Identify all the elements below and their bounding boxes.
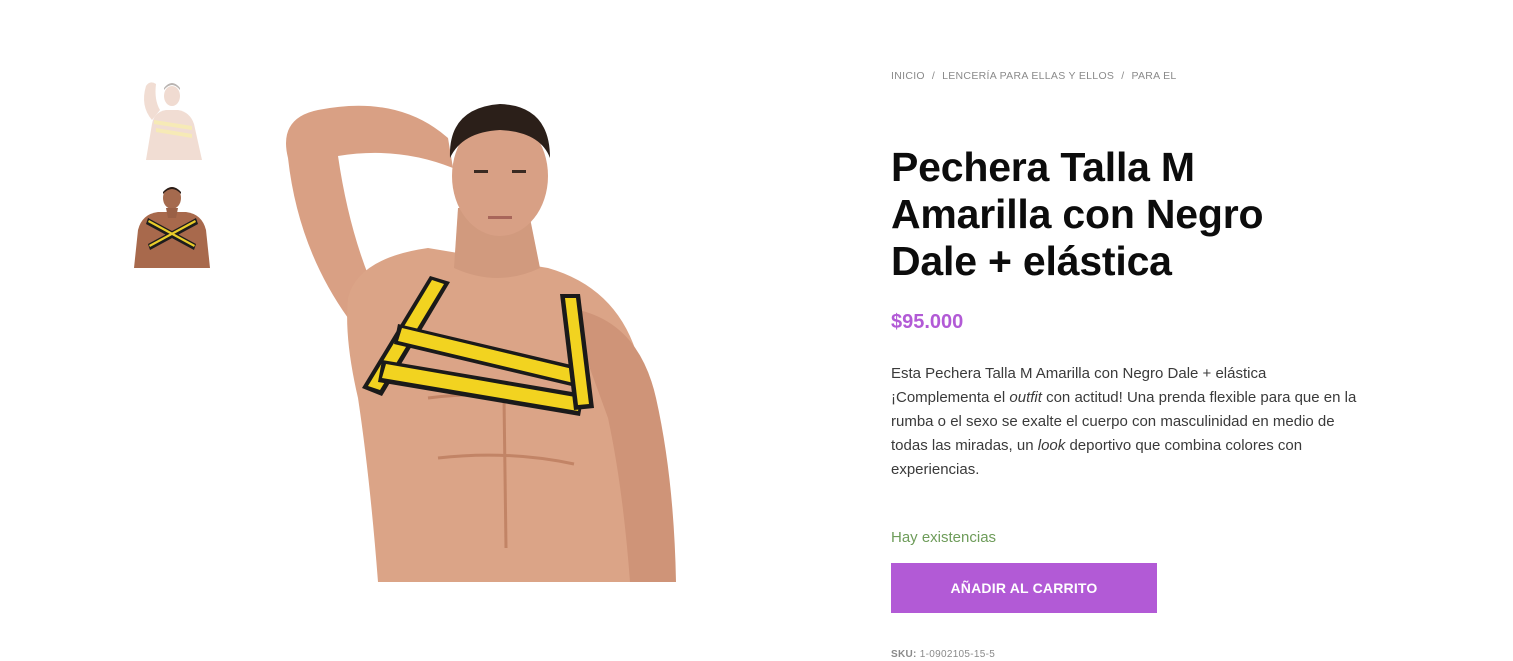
- product-price: $95.000: [891, 311, 964, 333]
- description-emphasis: outfit: [1009, 389, 1042, 406]
- product-summary: INICIO / LENCERÍA PARA ELLAS Y ELLOS / PARA …: [891, 70, 1371, 660]
- thumbnail-back-image: [132, 184, 212, 268]
- sku-value: 1-0902105-15-5: [919, 649, 996, 660]
- breadcrumb-subcategory[interactable]: PARA EL: [1131, 70, 1176, 82]
- product-description: Esta Pechera Talla M Amarilla con Negro …: [891, 362, 1361, 482]
- add-to-cart-button[interactable]: AÑADIR AL CARRITO: [891, 563, 1157, 613]
- thumbnail-back-view[interactable]: [132, 184, 212, 268]
- description-emphasis: look: [1037, 437, 1066, 454]
- thumbnail-gallery: [132, 76, 214, 292]
- main-product-image[interactable]: [278, 98, 748, 582]
- product-title: Pechera Talla M Amarilla con Negro Dale …: [891, 144, 1264, 284]
- sku-label: SKU:: [891, 649, 917, 660]
- breadcrumb-category[interactable]: LENCERÍA PARA ELLAS Y ELLOS: [942, 70, 1114, 82]
- thumbnail-front-view[interactable]: [132, 76, 212, 160]
- breadcrumb-home[interactable]: INICIO: [891, 70, 925, 82]
- stock-status: Hay existencias: [891, 529, 997, 546]
- thumbnail-front-image: [132, 76, 212, 160]
- model-front-image: [278, 98, 748, 582]
- breadcrumb-separator: /: [931, 70, 936, 82]
- breadcrumb: INICIO / LENCERÍA PARA ELLAS Y ELLOS / PARA …: [891, 70, 1371, 82]
- product-sku: SKU: 1-0902105-15-5: [891, 649, 1371, 660]
- breadcrumb-separator: /: [1121, 70, 1125, 82]
